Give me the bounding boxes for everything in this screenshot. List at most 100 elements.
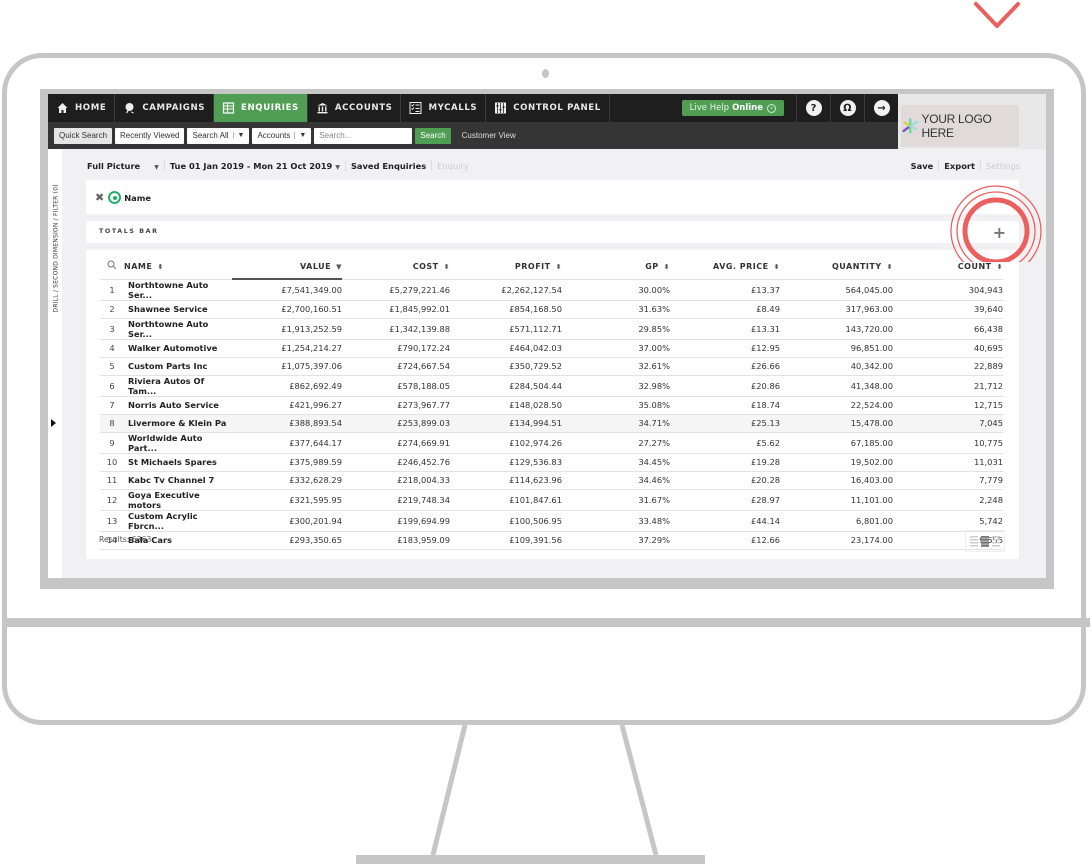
- density-normal-icon[interactable]: [981, 535, 989, 547]
- name-cell[interactable]: Norris Auto Service: [124, 396, 232, 415]
- density-compact-icon[interactable]: [970, 535, 978, 547]
- table-row[interactable]: 3 Northtowne Auto Ser... £1,913,252.59 £1,3…: [100, 318, 1003, 340]
- cost-cell: £578,188.05: [342, 375, 450, 397]
- profit-cell: £854,168.50: [450, 300, 562, 319]
- column-header-quantity[interactable]: QUANTITY ⬍: [780, 254, 893, 280]
- table-row[interactable]: 9 Worldwide Auto Part... £377,644.17 £274,6…: [100, 432, 1003, 454]
- column-header-label: NAME: [124, 261, 153, 271]
- cost-cell: £5,279,221.46: [342, 279, 450, 301]
- date-range-value: Tue 01 Jan 2019 - Mon 21 Oct 2019: [169, 160, 333, 171]
- column-header-cost[interactable]: COST ⬍: [342, 254, 450, 280]
- save-button[interactable]: Save: [911, 161, 934, 171]
- row-index: 8: [100, 414, 124, 433]
- logout-arrow-icon: →: [873, 100, 890, 116]
- search-type-select[interactable]: Accounts ▼: [252, 127, 312, 144]
- name-cell[interactable]: Northtowne Auto Ser...: [124, 318, 232, 340]
- remove-dimension-icon[interactable]: ✖: [95, 191, 104, 204]
- column-header-name[interactable]: NAME ⬍: [124, 254, 232, 280]
- cost-cell: £790,172.24: [342, 339, 450, 358]
- drill-panel-toggle[interactable]: DRILL / SECOND DIMENSION / FILTER (0): [48, 149, 62, 578]
- name-cell[interactable]: Shawnee Service: [124, 300, 232, 319]
- date-range-select[interactable]: Tue 01 Jan 2019 - Mon 21 Oct 2019 ▼: [170, 161, 340, 171]
- nav-campaigns[interactable]: CAMPAIGNS: [115, 94, 215, 122]
- gp-cell: 32.61%: [562, 357, 670, 376]
- table-row[interactable]: 7 Norris Auto Service £421,996.27 £273,967.…: [100, 396, 1003, 415]
- table-row[interactable]: 2 Shawnee Service £2,700,160.51 £1,845,992.…: [100, 300, 1003, 319]
- table-density-toggle[interactable]: [965, 530, 1005, 552]
- gp-cell: 32.98%: [562, 375, 670, 397]
- dimension-icon: [108, 191, 122, 204]
- name-cell[interactable]: Livermore & Klein Pa: [124, 414, 232, 433]
- table-row[interactable]: 12 Goya Executive motors £321,595.95 £219,7…: [100, 489, 1003, 511]
- avg-price-cell: £13.37: [670, 279, 780, 301]
- gp-cell: 27.27%: [562, 432, 670, 454]
- name-cell[interactable]: Northtowne Auto Ser...: [124, 279, 232, 301]
- name-cell[interactable]: Walker Automotive: [124, 339, 232, 358]
- add-totals-button[interactable]: +: [993, 223, 1006, 242]
- view-select[interactable]: Full Picture ▼: [87, 161, 159, 171]
- column-header-value[interactable]: VALUE ▼: [232, 254, 342, 280]
- enquiry-link[interactable]: Enquiry: [437, 161, 469, 171]
- nav-campaigns-label: CAMPAIGNS: [142, 103, 206, 113]
- settings-button[interactable]: Settings: [986, 161, 1020, 171]
- saved-enquiries-link[interactable]: Saved Enquiries: [351, 161, 426, 171]
- profit-cell: £100,506.95: [450, 510, 562, 532]
- column-header-gp[interactable]: GP ⬍: [562, 254, 670, 280]
- table-row[interactable]: 11 Kabc Tv Channel 7 £332,628.29 £218,004.3…: [100, 471, 1003, 490]
- table-row[interactable]: 14 Bala Cars £293,350.65 £183,959.09 £109,39…: [100, 531, 1003, 550]
- name-cell[interactable]: Goya Executive motors: [124, 489, 232, 511]
- column-header-avg-price[interactable]: AVG. PRICE ⬍: [670, 254, 780, 280]
- scroll-down-chevron-icon[interactable]: [970, 0, 1030, 40]
- logout-button[interactable]: →: [864, 94, 898, 122]
- name-cell[interactable]: Custom Acrylic Fbrcn...: [124, 510, 232, 532]
- dimension-name: Name: [124, 192, 152, 203]
- name-cell[interactable]: Worldwide Auto Part...: [124, 432, 232, 454]
- table-row[interactable]: 4 Walker Automotive £1,254,214.27 £790,172.…: [100, 339, 1003, 358]
- search-input[interactable]: Search...: [314, 127, 413, 144]
- table-row[interactable]: 6 Riviera Autos Of Tam... £862,692.49 £578,…: [100, 375, 1003, 397]
- help-button[interactable]: ?: [796, 94, 830, 122]
- live-help-button[interactable]: Live Help Online ›: [681, 100, 784, 116]
- row-index: 13: [100, 510, 124, 532]
- nav-enquiries[interactable]: ENQUIRIES: [214, 94, 308, 122]
- name-cell[interactable]: St Michaels Spares: [124, 453, 232, 472]
- gp-cell: 34.71%: [562, 414, 670, 433]
- monitor-chin-divider: [2, 618, 1090, 627]
- customer-view-link[interactable]: Customer View: [462, 131, 516, 140]
- table-row[interactable]: 10 St Michaels Spares £375,989.59 £246,452.…: [100, 453, 1003, 472]
- logo-mark-icon: [902, 118, 919, 134]
- nav-home[interactable]: HOME: [48, 94, 116, 122]
- profit-cell: £114,623.96: [450, 471, 562, 490]
- export-button[interactable]: Export: [944, 161, 975, 171]
- density-wide-icon[interactable]: [992, 535, 1000, 547]
- campaigns-icon: [125, 103, 135, 114]
- quick-search-tab[interactable]: Quick Search: [54, 127, 113, 144]
- nav-accounts[interactable]: ACCOUNTS: [308, 94, 402, 122]
- name-cell[interactable]: Kabc Tv Channel 7: [124, 471, 232, 490]
- column-header-count[interactable]: COUNT ⬍: [893, 254, 1003, 280]
- value-cell: £1,913,252.59: [232, 318, 342, 340]
- nav-control-panel[interactable]: CONTROL PANEL: [486, 94, 610, 122]
- table-search-icon[interactable]: [100, 254, 124, 280]
- table-row[interactable]: 13 Custom Acrylic Fbrcn... £300,201.94 £199…: [100, 510, 1003, 532]
- quantity-cell: 317,963.00: [780, 300, 893, 319]
- avg-price-cell: £20.86: [670, 375, 780, 397]
- expand-arrow-icon[interactable]: [51, 419, 56, 427]
- user-profile-button[interactable]: Ω: [830, 94, 864, 122]
- nav-accounts-label: ACCOUNTS: [334, 103, 393, 113]
- cost-cell: £218,004.33: [342, 471, 450, 490]
- name-cell[interactable]: Custom Parts Inc: [124, 357, 232, 376]
- table-row[interactable]: 1 Northtowne Auto Ser... £7,541,349.00 £5,2…: [100, 279, 1003, 301]
- table-row[interactable]: 5 Custom Parts Inc £1,075,397.06 £724,667.5…: [100, 357, 1003, 376]
- table-row[interactable]: 8 Livermore & Klein Pa £388,893.54 £253,899…: [100, 414, 1003, 433]
- cost-cell: £274,669.91: [342, 432, 450, 454]
- column-header-profit[interactable]: PROFIT ⬍: [450, 254, 562, 280]
- search-bar: Quick Search Recently Viewed Search All ▼…: [48, 122, 898, 149]
- recently-viewed-tab[interactable]: Recently Viewed: [115, 127, 185, 144]
- nav-mycalls[interactable]: MYCALLS: [401, 94, 487, 122]
- search-button[interactable]: Search: [415, 127, 451, 144]
- search-scope-select[interactable]: Search All ▼: [187, 127, 250, 144]
- name-cell[interactable]: Riviera Autos Of Tam...: [124, 375, 232, 397]
- gp-cell: 34.46%: [562, 471, 670, 490]
- avg-price-cell: £28.97: [670, 489, 780, 511]
